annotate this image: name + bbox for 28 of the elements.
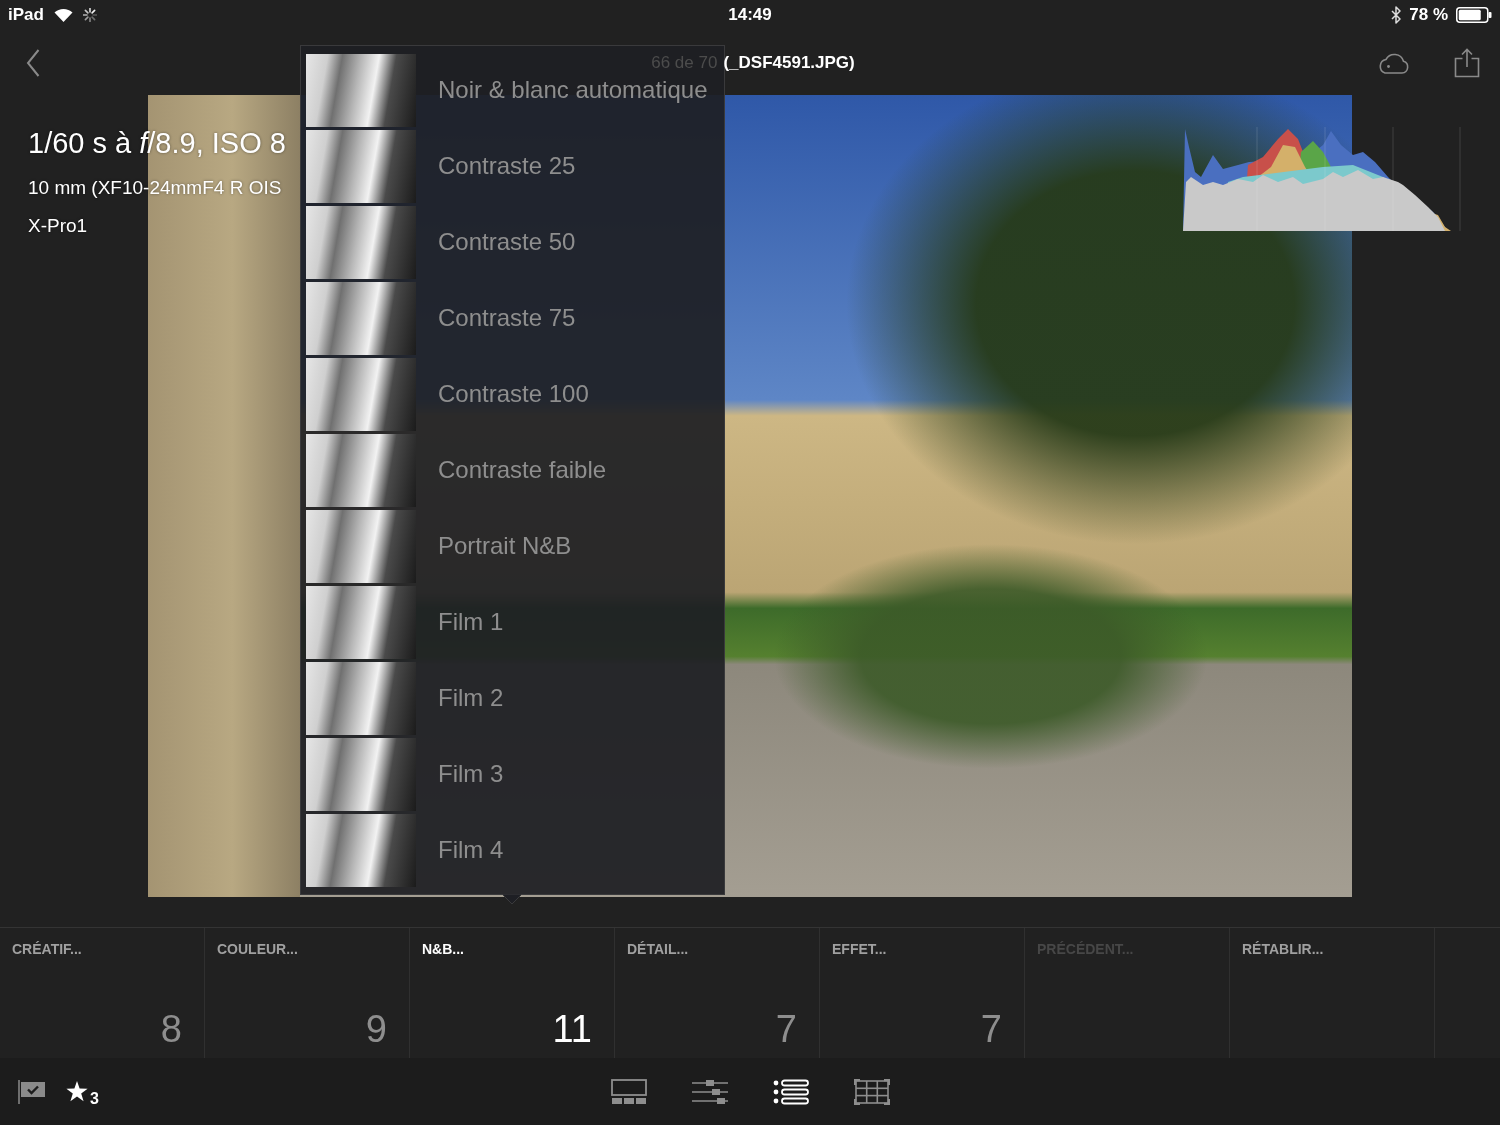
preset-option[interactable]: Contraste 75	[306, 280, 716, 356]
preset-option[interactable]: Contraste faible	[306, 432, 716, 508]
device-name: iPad	[8, 5, 44, 25]
back-icon[interactable]	[26, 48, 40, 77]
share-icon[interactable]	[1454, 47, 1480, 78]
clock-time: 14:49	[728, 5, 772, 24]
preset-option[interactable]: Film 2	[306, 660, 716, 736]
list-icon[interactable]	[772, 1078, 809, 1105]
preset-option[interactable]: Portrait N&B	[306, 508, 716, 584]
sliders-icon[interactable]	[691, 1078, 728, 1105]
bluetooth-icon	[1391, 6, 1402, 24]
preset-option[interactable]: Film 3	[306, 736, 716, 812]
preset-option[interactable]: Film 1	[306, 584, 716, 660]
preset-option[interactable]: Contraste 100	[306, 356, 716, 432]
battery-icon	[1456, 7, 1492, 23]
rating-count: 3	[90, 1091, 99, 1107]
flag-icon[interactable]	[18, 1078, 46, 1105]
file-name: (_DSF4591.JPG)	[723, 52, 855, 73]
wifi-icon	[53, 8, 73, 22]
filmstrip-icon[interactable]	[610, 1078, 647, 1105]
preset-option[interactable]: Contraste 25	[306, 128, 716, 204]
preset-option[interactable]: Contraste 50	[306, 204, 716, 280]
grid-icon[interactable]	[853, 1078, 890, 1105]
star-icon[interactable]	[66, 1081, 88, 1102]
preset-option[interactable]: Film 4	[306, 812, 716, 888]
activity-spinner-icon	[82, 8, 97, 22]
battery-percentage: 78 %	[1409, 5, 1448, 25]
camera-model: X-Pro1	[28, 214, 88, 238]
